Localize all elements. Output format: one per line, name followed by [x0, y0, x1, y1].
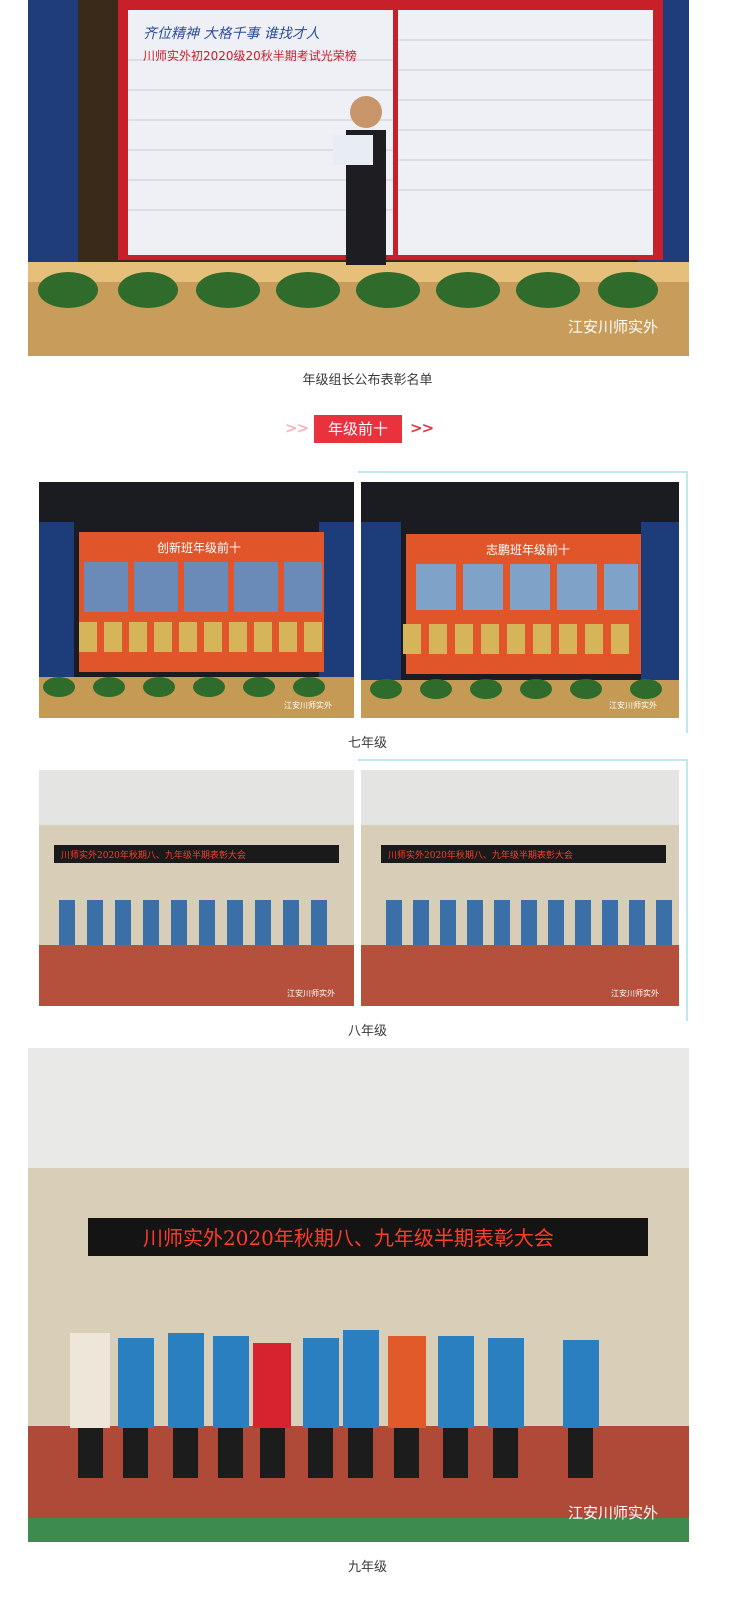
grade9-photo: 川师实外2020年秋期八、九年级半期表彰大会 江安川师实外 — [28, 1048, 689, 1542]
stage-screen-slogan: 齐位精神 大格千事 谁找才人 — [143, 26, 320, 42]
caption-stage-photo: 年级组长公布表彰名单 — [302, 373, 433, 388]
left-arrows-icon: >> — [285, 419, 309, 437]
stage-screen-title: 川师实外初2020级20秋半期考试光荣榜 — [143, 48, 357, 63]
frame-line-top — [358, 471, 688, 473]
grade9-banner: 川师实外2020年秋期八、九年级半期表彰大会 — [143, 1226, 554, 1250]
section-heading: >> 年级前十 >> — [0, 415, 735, 445]
caption-grade8: 八年级 — [347, 1024, 387, 1039]
caption-grade7: 七年级 — [347, 736, 387, 751]
grade7-photo-left: 创新班年级前十 江安川师实外 — [39, 482, 354, 718]
caption-grade9: 九年级 — [347, 1560, 387, 1575]
frame-line-right — [686, 471, 688, 733]
grade8-left-watermark: 江安川师实外 — [287, 988, 335, 998]
grade7-left-screen-title: 创新班年级前十 — [157, 540, 241, 555]
grade8-left-banner: 川师实外2020年秋期八、九年级半期表彰大会 — [61, 849, 246, 861]
grade8-photo-right: 川师实外2020年秋期八、九年级半期表彰大会 江安川师实外 — [361, 770, 679, 1006]
grade8-photo-left: 川师实外2020年秋期八、九年级半期表彰大会 江安川师实外 — [39, 770, 354, 1006]
grade8-right-banner: 川师实外2020年秋期八、九年级半期表彰大会 — [388, 849, 573, 861]
grade7-left-watermark: 江安川师实外 — [284, 700, 332, 710]
grade7-right-screen-title: 志鹏班年级前十 — [486, 542, 570, 557]
grade8-right-watermark: 江安川师实外 — [611, 988, 659, 998]
grade7-right-watermark: 江安川师实外 — [609, 700, 657, 710]
frame-line-top-2 — [358, 759, 688, 761]
stage-photo: 齐位精神 大格千事 谁找才人 川师实外初2020级20秋半期考试光荣榜 江安川师… — [28, 0, 689, 356]
grade7-photo-right: 志鹏班年级前十 江安川师实外 — [361, 482, 679, 718]
stage-watermark: 江安川师实外 — [568, 318, 658, 336]
frame-line-right-2 — [686, 759, 688, 1021]
right-arrows-icon: >> — [410, 419, 434, 437]
grade9-watermark: 江安川师实外 — [568, 1504, 658, 1522]
section-tag: 年级前十 — [314, 415, 402, 443]
